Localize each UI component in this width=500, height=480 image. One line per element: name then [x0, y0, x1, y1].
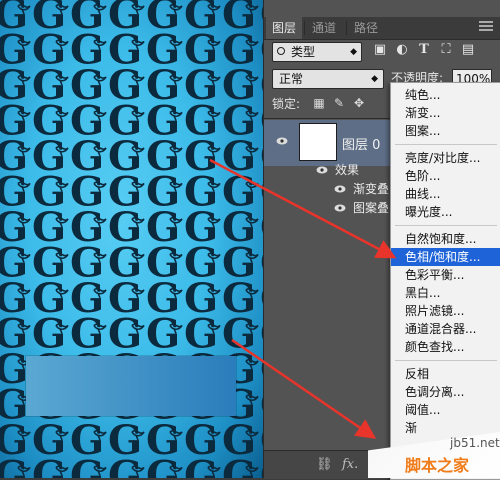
arrow-to-menu-bottom	[231, 338, 377, 439]
arrow-to-hue-saturation	[209, 158, 397, 259]
watermark-url: jb51.net	[450, 436, 500, 450]
annotation-arrows	[209, 158, 397, 439]
watermark-name: 脚本之家	[405, 456, 470, 475]
